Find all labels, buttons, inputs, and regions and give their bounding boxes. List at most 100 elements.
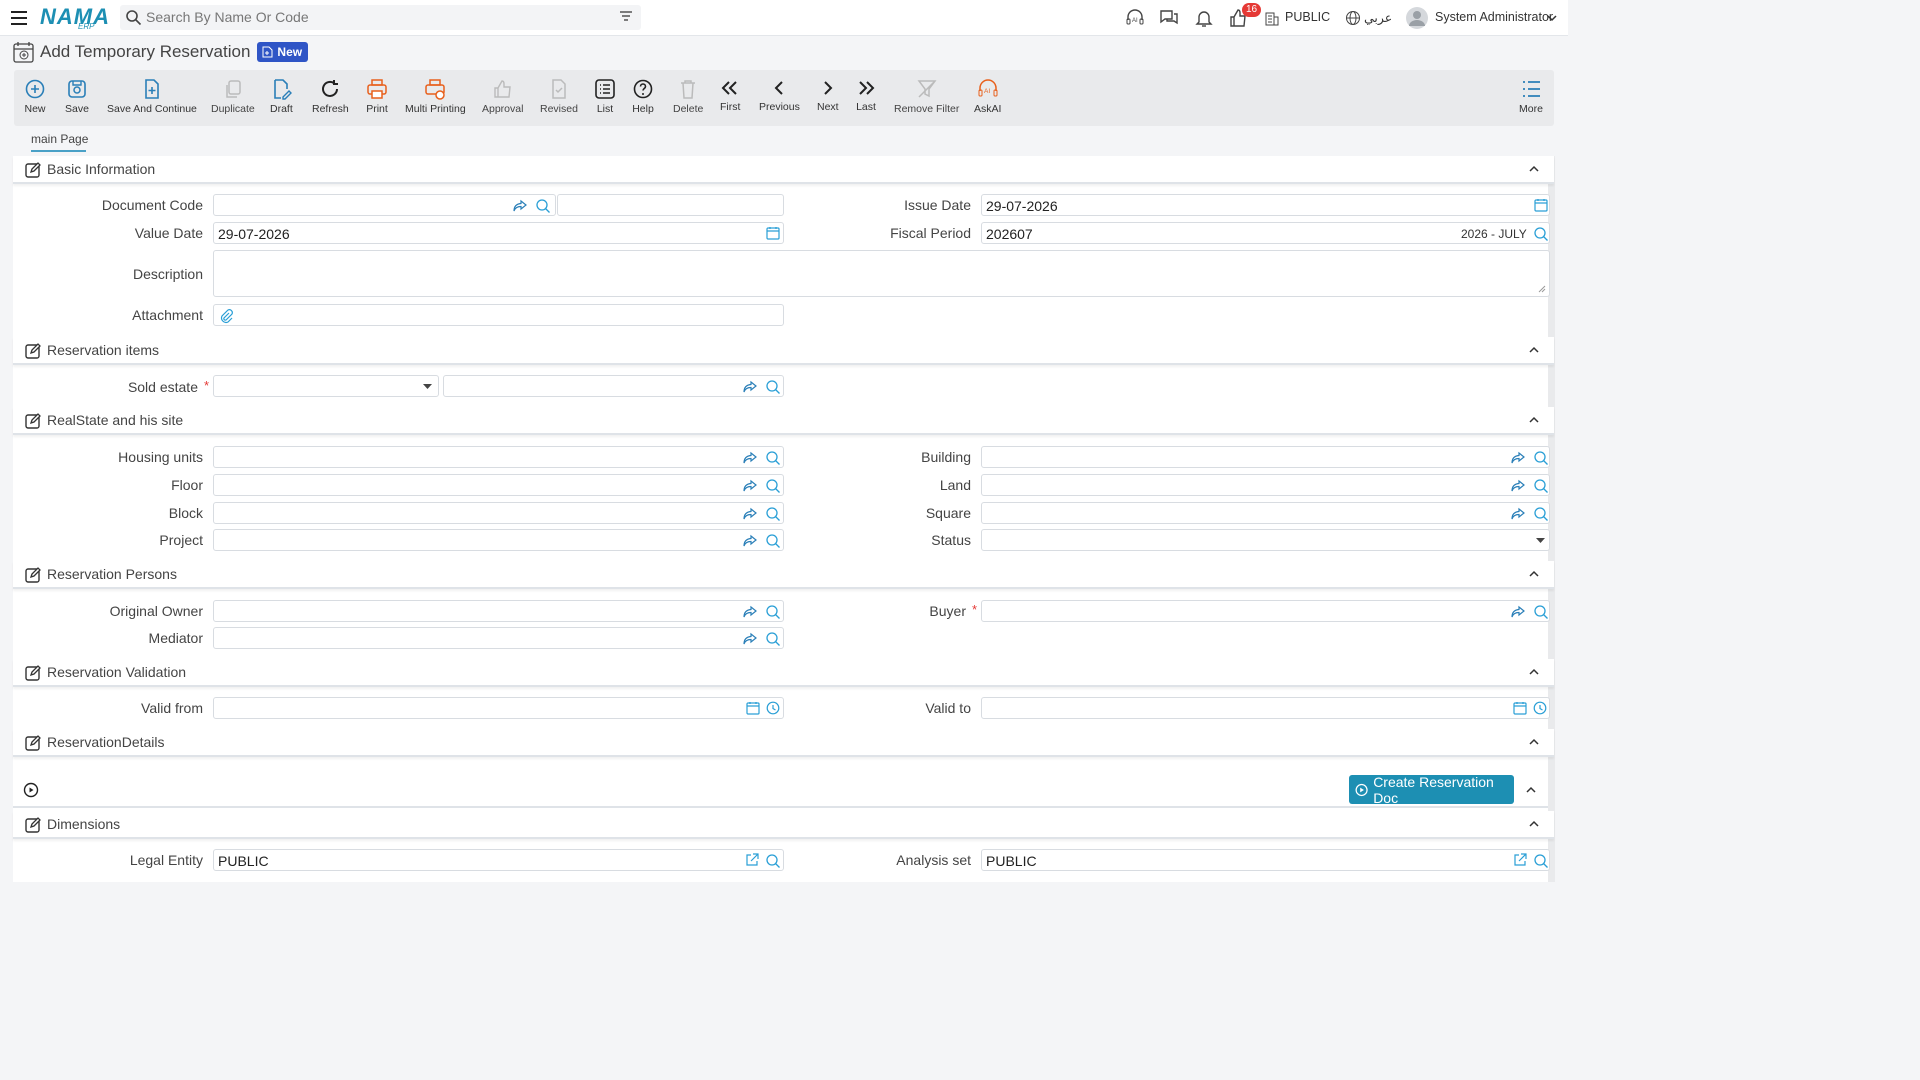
status-select[interactable] [981, 529, 1550, 551]
share-icon[interactable] [512, 198, 528, 214]
sold-estate-type-select[interactable] [213, 375, 439, 397]
section-basic-information[interactable]: Basic Information [13, 156, 1554, 184]
user-menu[interactable]: System Administrator [1435, 10, 1553, 24]
sold-estate-field[interactable] [443, 375, 784, 397]
attachment-field[interactable] [213, 304, 784, 326]
valid-from-field[interactable] [213, 697, 784, 719]
tab-main-page[interactable]: main Page [31, 132, 88, 146]
floor-field[interactable] [213, 474, 784, 496]
ai-support-icon[interactable]: AI [1125, 8, 1145, 28]
section-reservation-items[interactable]: Reservation items [13, 337, 1554, 365]
search-icon[interactable] [765, 379, 781, 395]
description-textarea[interactable] [213, 250, 1550, 297]
chevron-up-icon[interactable] [1528, 568, 1540, 580]
paperclip-icon[interactable] [219, 308, 233, 324]
chevron-down-icon[interactable] [1546, 12, 1558, 24]
housing-units-field[interactable] [213, 446, 784, 468]
new-button[interactable]: New [24, 78, 46, 115]
remove-filter-button[interactable]: Remove Filter [894, 78, 959, 115]
calendar-icon[interactable] [1534, 198, 1548, 212]
avatar[interactable] [1406, 7, 1428, 29]
search-input[interactable]: Search By Name Or Code [146, 9, 309, 25]
search-icon[interactable] [535, 198, 551, 214]
language-switch[interactable]: عربي [1364, 10, 1392, 25]
external-link-icon[interactable] [1513, 853, 1527, 867]
search-icon[interactable] [765, 631, 781, 647]
chevron-up-icon[interactable] [1528, 414, 1540, 426]
resize-handle-icon[interactable] [1538, 285, 1546, 293]
calendar-icon[interactable] [766, 226, 780, 240]
save-and-continue-button[interactable]: Save And Continue [107, 78, 197, 115]
share-icon[interactable] [1510, 506, 1526, 522]
revised-button[interactable]: Revised [540, 78, 578, 115]
share-icon[interactable] [1510, 478, 1526, 494]
chat-icon[interactable] [1159, 8, 1179, 28]
share-icon[interactable] [742, 450, 758, 466]
multi-printing-button[interactable]: Multi Printing [405, 78, 466, 115]
filter-icon[interactable] [619, 10, 633, 24]
calendar-icon[interactable] [1513, 701, 1527, 715]
first-button[interactable]: First [720, 78, 740, 113]
clock-icon[interactable] [1533, 701, 1547, 715]
land-field[interactable] [981, 474, 1550, 496]
project-field[interactable] [213, 529, 784, 551]
create-reservation-doc-button[interactable]: Create Reservation Doc [1349, 774, 1514, 806]
list-button[interactable]: List [594, 78, 616, 115]
share-icon[interactable] [1510, 450, 1526, 466]
refresh-button[interactable]: Refresh [312, 78, 349, 115]
chevron-up-icon[interactable] [1528, 163, 1540, 175]
mediator-field[interactable] [213, 627, 784, 649]
global-search[interactable]: Search By Name Or Code [120, 5, 641, 30]
section-reservation-persons[interactable]: Reservation Persons [13, 561, 1554, 589]
search-icon[interactable] [1533, 506, 1549, 522]
section-realstate-site[interactable]: RealState and his site [13, 407, 1554, 435]
next-button[interactable]: Next [817, 78, 839, 113]
share-icon[interactable] [742, 631, 758, 647]
approval-button[interactable]: Approval [482, 78, 523, 115]
share-icon[interactable] [1510, 604, 1526, 620]
last-button[interactable]: Last [856, 78, 876, 113]
legal-entity-field[interactable]: PUBLIC [213, 849, 784, 871]
original-owner-field[interactable] [213, 600, 784, 622]
fiscal-period-field[interactable]: 202607 2026 - JULY [981, 222, 1550, 244]
chevron-up-icon[interactable] [1528, 666, 1540, 678]
share-icon[interactable] [742, 478, 758, 494]
chevron-up-icon[interactable] [1525, 784, 1537, 796]
value-date-field[interactable]: 29-07-2026 [213, 222, 784, 244]
search-icon[interactable] [765, 506, 781, 522]
print-button[interactable]: Print [366, 78, 388, 115]
square-field[interactable] [981, 502, 1550, 524]
section-reservation-validation[interactable]: Reservation Validation [13, 659, 1554, 687]
analysis-set-field[interactable]: PUBLIC [981, 849, 1550, 871]
duplicate-button[interactable]: Duplicate [211, 78, 255, 115]
share-icon[interactable] [742, 533, 758, 549]
delete-button[interactable]: Delete [673, 78, 703, 115]
search-icon[interactable] [765, 478, 781, 494]
help-button[interactable]: Help [632, 78, 654, 115]
previous-button[interactable]: Previous [759, 78, 800, 113]
share-icon[interactable] [742, 506, 758, 522]
buyer-field[interactable] [981, 600, 1550, 622]
search-icon[interactable] [1533, 226, 1549, 242]
search-icon[interactable] [765, 853, 781, 869]
share-icon[interactable] [742, 379, 758, 395]
bell-icon[interactable] [1194, 8, 1214, 28]
block-field[interactable] [213, 502, 784, 524]
section-dimensions[interactable]: Dimensions [13, 811, 1554, 839]
external-link-icon[interactable] [745, 853, 759, 867]
play-circle-icon[interactable] [23, 782, 39, 798]
askai-button[interactable]: AI AskAI [974, 78, 1001, 115]
save-button[interactable]: Save [65, 78, 89, 115]
document-code-name-field[interactable] [557, 194, 784, 216]
valid-to-field[interactable] [981, 697, 1550, 719]
document-code-field[interactable] [213, 194, 556, 216]
chevron-up-icon[interactable] [1528, 344, 1540, 356]
chevron-up-icon[interactable] [1528, 818, 1540, 830]
chevron-up-icon[interactable] [1528, 736, 1540, 748]
search-icon[interactable] [1533, 604, 1549, 620]
search-icon[interactable] [1533, 853, 1549, 869]
search-icon[interactable] [765, 533, 781, 549]
search-icon[interactable] [1533, 450, 1549, 466]
search-icon[interactable] [765, 450, 781, 466]
calendar-icon[interactable] [746, 701, 760, 715]
